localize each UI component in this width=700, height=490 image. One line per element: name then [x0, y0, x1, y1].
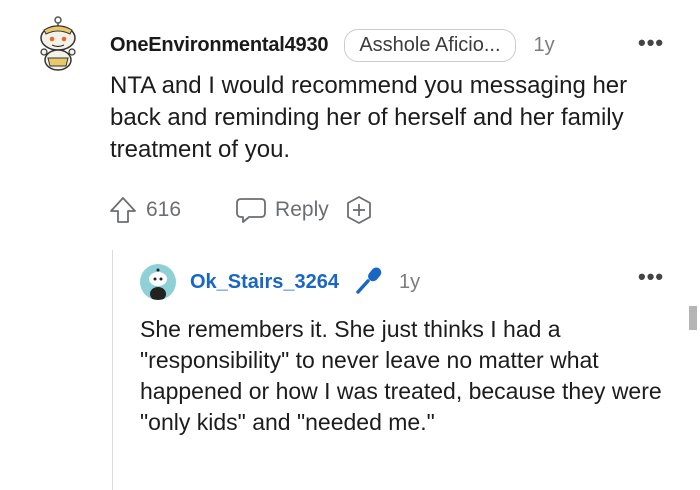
award-button[interactable]	[343, 194, 375, 226]
snoo-avatar-icon	[149, 268, 167, 300]
microphone-icon	[353, 264, 385, 301]
comment-username[interactable]: OneEnvironmental4930	[110, 34, 329, 57]
upvote-button[interactable]	[108, 195, 138, 225]
commenter-avatar[interactable]	[36, 14, 80, 74]
upvote-arrow-icon	[110, 197, 136, 223]
scrollbar[interactable]	[689, 306, 697, 330]
speech-bubble-icon	[236, 198, 266, 223]
comment-more-options-button[interactable]: •••	[638, 30, 664, 56]
reply-comment: Ok_Stairs_3264 1y She remembers it. She …	[140, 264, 680, 438]
comment-header: OneEnvironmental4930 Asshole Aficio... 1…	[110, 28, 555, 62]
comment-body: NTA and I would recommend you messaging …	[110, 72, 628, 163]
reply-username[interactable]: Ok_Stairs_3264	[190, 271, 339, 294]
thread-line[interactable]	[112, 250, 113, 490]
reply-button[interactable]: Reply	[235, 195, 329, 225]
downvote-button[interactable]	[193, 195, 223, 225]
snoo-avatar-icon	[40, 16, 76, 71]
vote-score: 616	[146, 198, 182, 221]
reply-label: Reply	[275, 198, 329, 221]
comment-action-bar: 616 Reply	[108, 192, 375, 228]
add-award-icon	[346, 196, 371, 224]
reply-more-options-button[interactable]: •••	[638, 264, 664, 290]
comment-timestamp[interactable]: 1y	[534, 34, 555, 57]
reply-avatar[interactable]	[140, 264, 176, 300]
reply-timestamp[interactable]: 1y	[399, 271, 420, 294]
reply-body: She remembers it. She just thinks I had …	[140, 316, 662, 435]
user-flair: Asshole Aficio...	[344, 28, 516, 62]
reply-header: Ok_Stairs_3264 1y	[140, 264, 680, 300]
